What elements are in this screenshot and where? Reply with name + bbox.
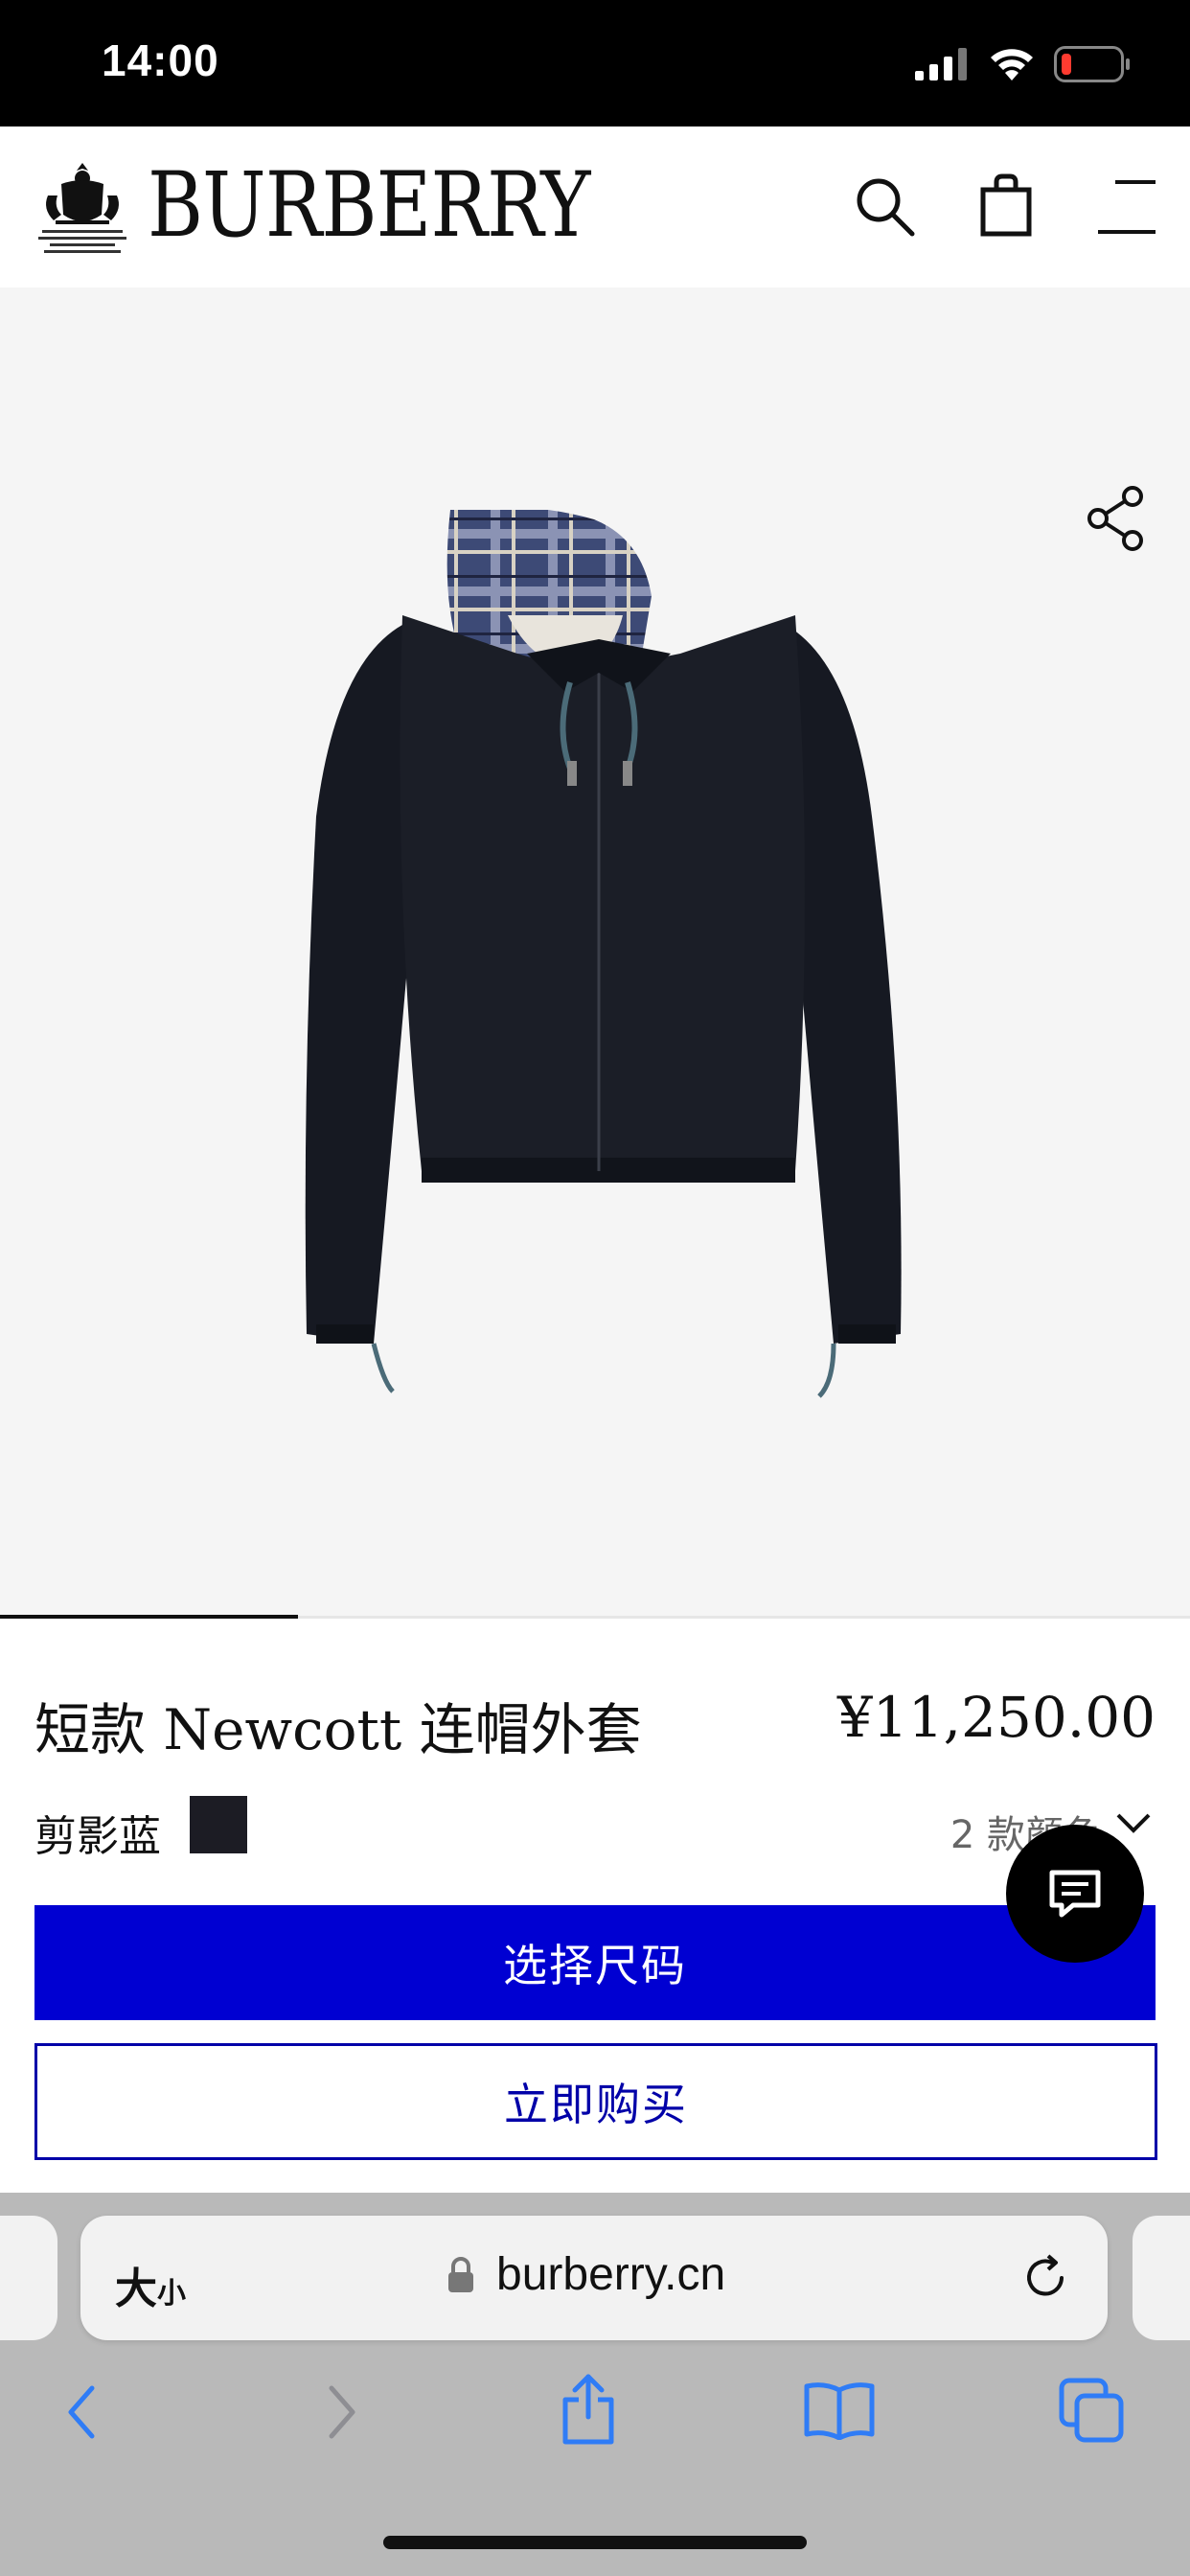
tabs-icon[interactable] bbox=[1058, 2377, 1125, 2444]
home-indicator bbox=[383, 2536, 807, 2549]
gallery-progress-indicator bbox=[0, 1615, 298, 1619]
select-size-button[interactable]: 选择尺码 bbox=[34, 1905, 1156, 2020]
cellular-signal-icon bbox=[915, 48, 967, 80]
shopping-bag-icon[interactable] bbox=[979, 172, 1033, 238]
product-price: ¥11,250.00 bbox=[836, 1685, 1156, 1750]
search-icon[interactable] bbox=[853, 174, 916, 238]
bookmarks-icon[interactable] bbox=[803, 2380, 876, 2440]
back-icon[interactable] bbox=[61, 2379, 103, 2446]
brand-wordmark[interactable]: BURBERRY bbox=[148, 153, 590, 258]
buy-now-button[interactable]: 立即购买 bbox=[34, 2043, 1157, 2160]
forward-icon[interactable] bbox=[320, 2379, 362, 2446]
share-sheet-icon[interactable] bbox=[558, 2371, 619, 2448]
status-time: 14:00 bbox=[102, 35, 219, 85]
product-title: 短款 Newcott 连帽外套 bbox=[34, 1697, 642, 1762]
lock-icon bbox=[448, 2257, 473, 2292]
chevron-down-icon[interactable] bbox=[1115, 1811, 1152, 1834]
battery-icon bbox=[1054, 46, 1130, 82]
chat-icon bbox=[1049, 1870, 1101, 1918]
reload-icon[interactable] bbox=[1019, 2252, 1071, 2304]
product-color-name: 剪影蓝 bbox=[34, 1812, 161, 1861]
text-size-button[interactable]: 大小 bbox=[115, 2254, 186, 2315]
color-swatch[interactable] bbox=[190, 1796, 247, 1853]
next-tab-preview[interactable] bbox=[1133, 2216, 1190, 2340]
wifi-icon bbox=[991, 49, 1033, 80]
menu-icon[interactable] bbox=[1096, 178, 1157, 236]
url-domain[interactable]: burberry.cn bbox=[496, 2248, 725, 2301]
text-size-small-label: 小 bbox=[157, 2277, 186, 2311]
chat-button[interactable] bbox=[1006, 1825, 1144, 1963]
status-bar: 14:00 bbox=[0, 0, 1190, 126]
previous-tab-preview[interactable] bbox=[0, 2216, 57, 2340]
text-size-large-label: 大 bbox=[115, 2265, 157, 2313]
product-jacket-image bbox=[305, 510, 902, 1398]
share-icon[interactable] bbox=[1085, 485, 1148, 552]
royal-warrant-crest-logo bbox=[38, 163, 126, 253]
